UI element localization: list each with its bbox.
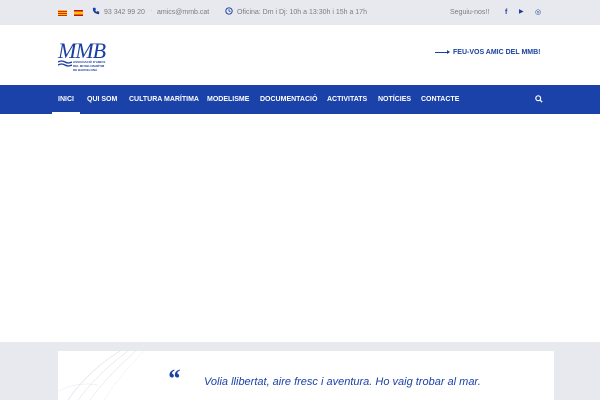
quote-text: Volia llibertat, aire fresc i aventura. … — [204, 376, 481, 388]
facebook-icon[interactable]: f — [505, 8, 507, 17]
nav-item-cultura-maritima[interactable]: CULTURA MARÍTIMA — [129, 85, 199, 114]
mmb-logo[interactable]: MMB ASSOCIACIÓ D'AMICS DEL MUSEU MARÍTIM… — [58, 40, 120, 82]
search-icon[interactable] — [535, 95, 543, 103]
office-hours: Oficina: Dm i Dj: 10h a 13:30h i 15h a 1… — [237, 9, 367, 16]
become-friend-link[interactable]: FEU-VOS AMIC DEL MMB! — [435, 48, 541, 57]
arrow-right-icon — [435, 49, 450, 54]
catalan-flag-icon[interactable] — [58, 10, 67, 16]
hero-slider — [0, 114, 600, 342]
nav-item-inici[interactable]: INICI — [52, 85, 80, 114]
spanish-flag-icon[interactable] — [74, 10, 83, 16]
quote-mark-icon: “ — [167, 364, 180, 393]
nav-item-noticies[interactable]: NOTÍCIES — [378, 85, 411, 114]
instagram-icon[interactable]: ◎ — [535, 8, 541, 17]
nav-item-documentacio[interactable]: DOCUMENTACIÓ — [260, 85, 317, 114]
sail-illustration — [58, 351, 145, 400]
email-link[interactable]: amics@mmb.cat — [157, 8, 209, 17]
top-bar: 93 342 99 20 · amics@mmb.cat Oficina: Dm… — [0, 0, 600, 25]
wave-icon — [58, 60, 72, 67]
nav-item-qui-som[interactable]: QUI SOM — [87, 85, 117, 114]
phone-icon — [92, 7, 100, 18]
cta-label: FEU-VOS AMIC DEL MMB! — [453, 49, 541, 56]
nav-item-activitats[interactable]: ACTIVITATS — [327, 85, 367, 114]
phone-number[interactable]: 93 342 99 20 — [104, 8, 145, 17]
follow-label: Seguiu-nos!! — [450, 9, 490, 16]
separator: · — [150, 7, 153, 14]
logo-subtitle-line: DE BARCELONA — [73, 68, 98, 72]
youtube-icon[interactable]: ▶ — [519, 8, 524, 17]
main-nav: INICI QUI SOM CULTURA MARÍTIMA MODELISME… — [0, 85, 600, 114]
clock-icon — [225, 7, 233, 18]
logo-wordmark: MMB — [58, 38, 106, 63]
nav-item-contacte[interactable]: CONTACTE — [421, 85, 459, 114]
nav-item-modelisme[interactable]: MODELISME — [207, 85, 249, 114]
